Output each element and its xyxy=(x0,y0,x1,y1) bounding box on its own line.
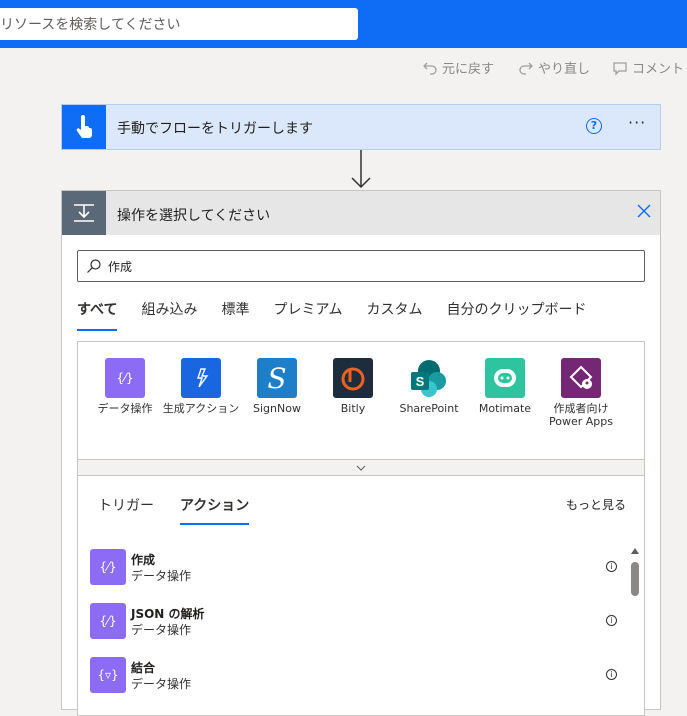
connector-generative-action[interactable]: 生成アクション xyxy=(161,358,241,415)
operation-icon xyxy=(62,191,106,235)
tab-premium[interactable]: プレミアム xyxy=(273,299,342,329)
redo-label: やり直し xyxy=(538,62,591,77)
operation-search-value: 作成 xyxy=(108,259,133,274)
operation-search-input[interactable]: 作成 xyxy=(77,250,645,282)
connector-bitly[interactable]: Bitly xyxy=(313,358,393,415)
action-item-join[interactable]: {▿} 結合 データ操作 i xyxy=(90,657,620,695)
info-icon[interactable]: i xyxy=(606,615,617,626)
action-item-parse-json[interactable]: {⁄} JSON の解析 データ操作 i xyxy=(90,603,620,641)
tab-triggers[interactable]: トリガー xyxy=(98,495,154,525)
trigger-title: 手動でフローをトリガーします xyxy=(117,121,313,137)
action-connector: データ操作 xyxy=(131,623,192,637)
data-operation-icon: {▿} xyxy=(90,657,126,693)
connector-label: SharePoint xyxy=(399,402,459,415)
data-operation-icon: {⁄} xyxy=(105,358,145,398)
resource-search-placeholder: リソースを検索してください xyxy=(0,17,181,33)
tab-all[interactable]: すべて xyxy=(77,299,118,331)
more-options-icon[interactable]: ··· xyxy=(628,113,646,132)
data-operation-icon: {⁄} xyxy=(90,603,126,639)
power-apps-icon xyxy=(561,358,601,398)
signnow-icon: S xyxy=(257,358,297,398)
data-operation-icon: {⁄} xyxy=(90,549,126,585)
trigger-card[interactable]: 手動でフローをトリガーします ? ··· xyxy=(61,104,661,150)
connector-data-operation[interactable]: {⁄} データ操作 xyxy=(85,358,165,415)
choose-operation-title: 操作を選択してください xyxy=(117,208,271,224)
sharepoint-icon: S xyxy=(409,358,449,398)
help-icon[interactable]: ? xyxy=(586,118,602,134)
bitly-icon xyxy=(333,358,373,398)
actions-panel: トリガー アクション もっと見る {⁄} 作成 データ操作 i {⁄} JSON… xyxy=(77,476,645,716)
connector-label: Bitly xyxy=(340,402,366,415)
action-name: 作成 xyxy=(131,553,156,567)
action-item-compose[interactable]: {⁄} 作成 データ操作 i xyxy=(90,549,620,587)
connector-label: Motimate xyxy=(478,402,532,415)
scroll-thumb[interactable] xyxy=(631,562,639,596)
connector-category-tabs: すべて 組み込み 標準 プレミアム カスタム 自分のクリップボード xyxy=(77,299,611,331)
action-connector: データ操作 xyxy=(131,569,192,583)
motimate-icon xyxy=(485,358,525,398)
info-icon[interactable]: i xyxy=(606,561,617,572)
connector-signnow[interactable]: S SignNow xyxy=(237,358,317,415)
redo-icon xyxy=(519,62,533,75)
undo-label: 元に戻す xyxy=(442,62,495,77)
comment-icon xyxy=(613,61,627,76)
close-icon[interactable] xyxy=(636,203,652,219)
choose-operation-card: 操作を選択してください 作成 すべて 組み込み 標準 プレミアム カスタム 自分… xyxy=(61,190,661,716)
connector-list: {⁄} データ操作 生成アクション S SignNow Bitly S Shar… xyxy=(77,341,645,459)
choose-operation-header: 操作を選択してください xyxy=(62,191,660,235)
resource-search-input[interactable]: リソースを検索してください xyxy=(0,8,358,40)
action-connector: データ操作 xyxy=(131,677,192,691)
action-name: JSON の解析 xyxy=(131,607,205,621)
connector-label: 生成アクション xyxy=(162,402,240,415)
svg-text:S: S xyxy=(416,374,425,389)
manual-trigger-icon xyxy=(62,105,106,149)
tab-custom[interactable]: カスタム xyxy=(367,299,423,329)
chevron-down-icon xyxy=(356,465,366,471)
comment-label: コメント xyxy=(632,62,685,77)
top-bar: リソースを検索してください xyxy=(0,0,687,48)
action-name: 結合 xyxy=(131,661,156,675)
connector-label: データ操作 xyxy=(97,402,153,415)
connector-power-apps-for-makers[interactable]: 作成者向け Power Apps xyxy=(541,358,621,428)
connector-motimate[interactable]: Motimate xyxy=(465,358,545,415)
trigger-action-tabs: トリガー アクション xyxy=(98,495,275,525)
search-icon xyxy=(87,259,101,273)
info-icon[interactable]: i xyxy=(606,669,617,680)
scrollbar[interactable] xyxy=(630,548,640,708)
scroll-up-icon[interactable] xyxy=(631,548,639,554)
connector-label: 作成者向け Power Apps xyxy=(549,402,613,428)
flow-arrow xyxy=(351,150,371,189)
ai-sparkle-icon xyxy=(181,358,221,398)
connector-label: SignNow xyxy=(253,402,301,415)
expand-connectors-button[interactable] xyxy=(77,459,645,476)
redo-button[interactable]: やり直し xyxy=(518,58,590,77)
connector-sharepoint[interactable]: S SharePoint xyxy=(389,358,469,415)
tab-actions[interactable]: アクション xyxy=(180,495,250,525)
tab-standard[interactable]: 標準 xyxy=(221,299,249,329)
undo-icon xyxy=(423,62,437,75)
see-more-link[interactable]: もっと見る xyxy=(566,496,626,513)
tab-my-clipboard[interactable]: 自分のクリップボード xyxy=(447,299,587,329)
comment-button[interactable]: コメント xyxy=(612,58,684,77)
tab-built-in[interactable]: 組み込み xyxy=(141,299,197,329)
undo-button[interactable]: 元に戻す xyxy=(422,58,494,77)
